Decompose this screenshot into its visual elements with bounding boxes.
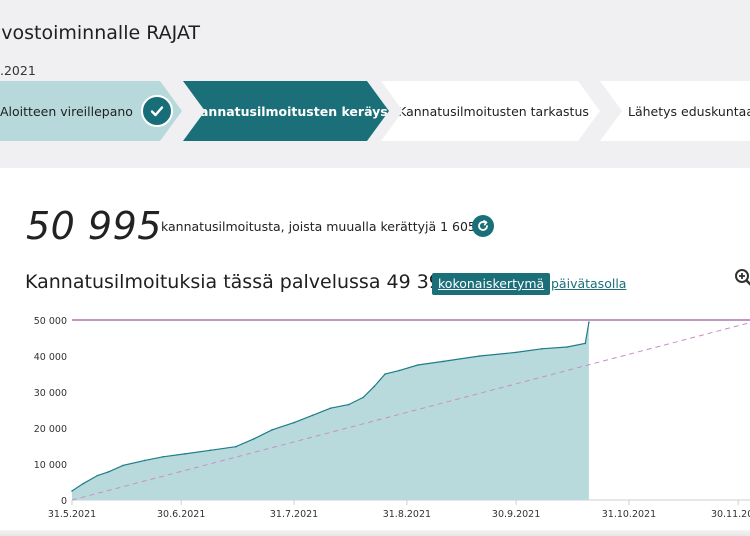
x-tick-label: 30.11.2021 [711, 509, 750, 520]
data-point [209, 449, 212, 452]
x-tick-label: 30.9.2021 [492, 509, 540, 520]
data-point [235, 445, 237, 448]
initiative-title: ivostoiminnalle RAJAT [0, 22, 201, 44]
data-point [329, 407, 332, 409]
x-tick-label: 31.10.2021 [602, 509, 656, 520]
y-tick-label: 20 000 [34, 424, 67, 435]
data-point [398, 369, 401, 372]
data-point [515, 351, 517, 354]
refresh-icon [478, 220, 488, 231]
data-point [478, 355, 481, 357]
bottom-divider [0, 530, 750, 536]
data-point [253, 438, 255, 440]
data-point [107, 471, 110, 473]
data-point [384, 373, 386, 375]
data-point [271, 429, 274, 431]
step-initiation[interactable]: Aloitteen vireillepano [0, 81, 182, 141]
x-tick-label: 31.8.2021 [383, 509, 431, 520]
data-point [122, 464, 124, 467]
step-collection-label: Kannatusilmoitusten keräys [190, 103, 388, 119]
progress-stepper: Aloitteen vireillepano Kannatusilmoitust… [0, 81, 750, 141]
data-point [540, 348, 543, 350]
support-chart: 0 10 000 20 000 30 000 40 000 50 000 31.5.2021… [34, 316, 750, 520]
x-tick-label: 31.5.2021 [48, 509, 96, 520]
support-count-description: kannatusilmoitusta, joista muualla kerät… [161, 219, 476, 234]
data-point [362, 396, 365, 399]
data-point [162, 456, 164, 458]
data-point [584, 342, 587, 345]
data-point [71, 490, 73, 492]
data-point [417, 364, 419, 366]
cumulative-view-button[interactable]: kokonaiskertymä [432, 273, 551, 295]
data-point [293, 421, 295, 424]
step-collection[interactable]: Kannatusilmoitusten keräys [183, 81, 389, 141]
y-tick-label: 40 000 [34, 352, 67, 363]
initiative-date: .2021 [0, 63, 36, 78]
data-point [82, 483, 84, 485]
y-tick-label: 30 000 [34, 388, 67, 399]
step-verification-label: Kannatusilmoitusten tarkastus [398, 103, 589, 119]
data-point [144, 459, 146, 462]
data-point [96, 474, 99, 477]
y-tick-label: 50 000 [34, 316, 67, 327]
data-point [566, 346, 568, 348]
data-point [347, 403, 350, 406]
data-point [588, 321, 590, 323]
chart-title: Kannatusilmoituksia tässä palvelussa 49 … [25, 271, 453, 293]
check-icon [140, 95, 173, 127]
data-point [184, 453, 186, 455]
refresh-button[interactable] [472, 215, 494, 237]
step-verification[interactable]: Kannatusilmoitusten tarkastus [381, 81, 600, 141]
daily-view-link[interactable]: päivätasolla [551, 276, 626, 291]
cumulative-area [72, 322, 589, 500]
total-support-count: 50 995 [26, 204, 162, 248]
step-submission-label: Lähetys eduskuntaan [628, 103, 750, 119]
zoom-in-icon[interactable] [733, 267, 750, 287]
step-initiation-label: Aloitteen vireillepano [0, 103, 133, 119]
y-tick-label: 0 [61, 496, 67, 507]
data-point [442, 360, 445, 363]
data-point [373, 385, 375, 388]
x-tick-label: 30.6.2021 [157, 509, 205, 520]
x-tick-label: 31.7.2021 [270, 509, 318, 520]
data-point [311, 414, 314, 417]
y-tick-label: 10 000 [34, 460, 67, 471]
step-submission[interactable]: Lähetys eduskuntaan [600, 81, 750, 141]
